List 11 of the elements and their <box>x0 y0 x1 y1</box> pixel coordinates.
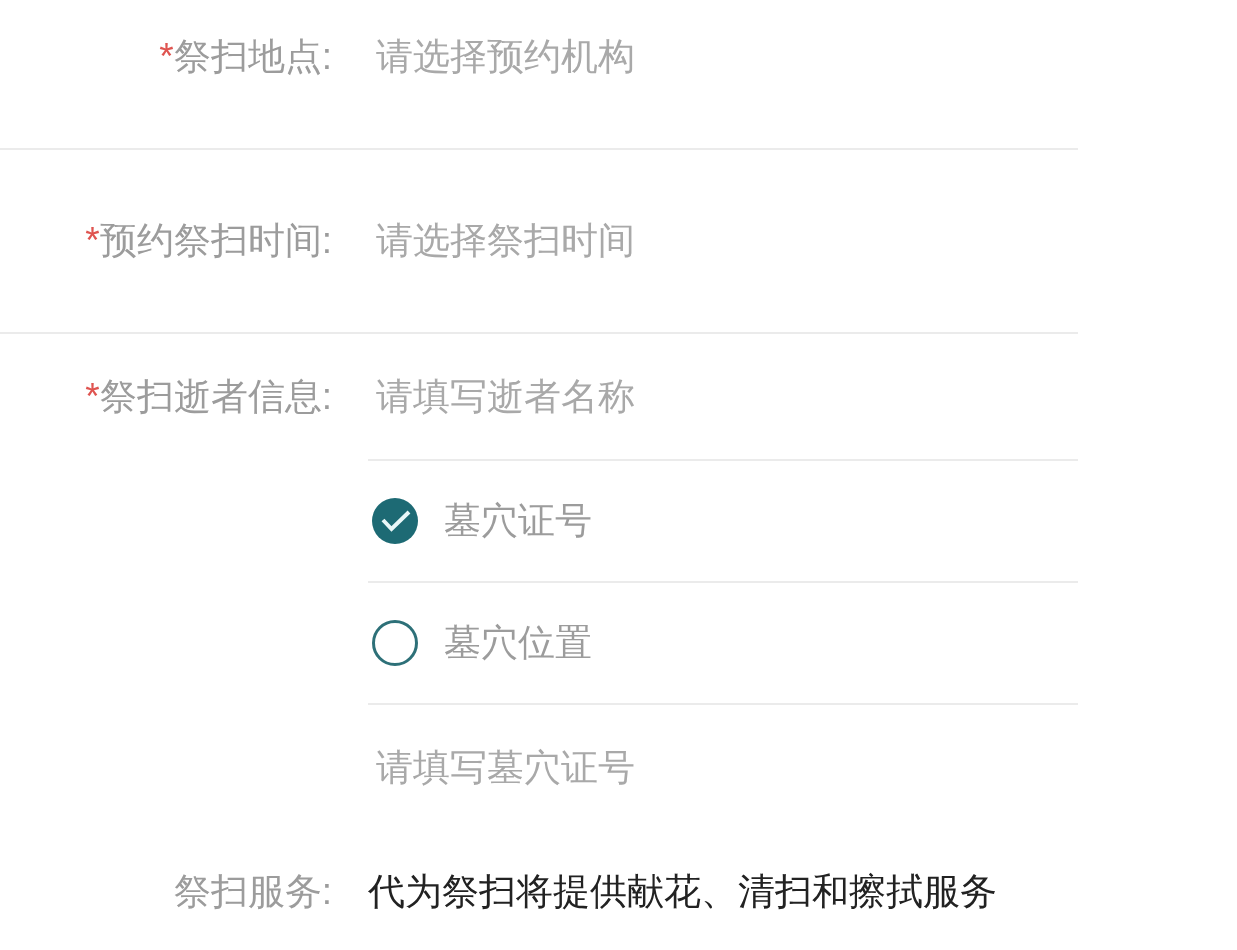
field-label: *祭扫地点: <box>159 36 332 78</box>
text-field[interactable]: 请填写逝者名称 <box>368 376 1078 418</box>
text-field[interactable]: 请填写墓穴证号 <box>368 747 1078 789</box>
picker-field[interactable]: 请选择祭扫时间 <box>368 220 1078 262</box>
picker-field[interactable]: 请选择预约机构 <box>368 36 1078 78</box>
field-label: 祭扫服务: <box>173 871 332 913</box>
service-description: 代为祭扫将提供献花、清扫和擦拭服务 <box>368 871 998 913</box>
field-label: *预约祭扫时间: <box>85 220 332 262</box>
field-label: *祭扫逝者信息: <box>85 376 332 418</box>
radio-option[interactable]: 墓穴位置 <box>368 620 592 666</box>
radio-option[interactable]: 墓穴证号 <box>368 498 592 544</box>
